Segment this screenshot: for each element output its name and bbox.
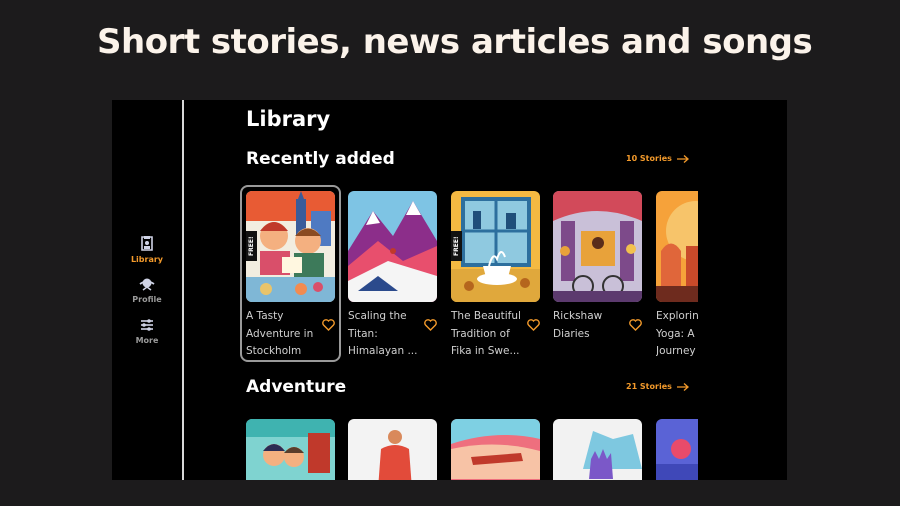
story-cover-image xyxy=(656,419,698,480)
story-card[interactable] xyxy=(553,419,642,480)
story-title: Rickshaw Diaries xyxy=(553,310,603,340)
story-title: Exploring Yoga: A Journey xyxy=(656,310,698,357)
nav-profile[interactable]: Profile xyxy=(122,277,172,304)
story-card[interactable]: FREE! The Beautiful Tradition of Fika in… xyxy=(451,191,540,357)
headline: Short stories, news articles and songs xyxy=(97,22,813,62)
arrow-right-icon xyxy=(676,154,689,163)
story-card[interactable] xyxy=(246,419,335,480)
sliders-icon xyxy=(141,319,153,331)
see-all-adventure-link[interactable]: 21 Stories xyxy=(626,382,689,391)
story-cover-image xyxy=(553,191,642,302)
arrow-right-icon xyxy=(676,382,689,391)
section-title-adventure: Adventure xyxy=(246,377,347,397)
nav-profile-label: Profile xyxy=(132,295,162,304)
story-cover-image xyxy=(348,191,437,302)
free-badge: FREE! xyxy=(451,231,462,261)
see-all-recent-link[interactable]: 10 Stories xyxy=(626,154,689,163)
nav-library-label: Library xyxy=(130,255,164,264)
heart-icon[interactable] xyxy=(424,319,437,331)
sidebar-divider xyxy=(182,100,184,480)
story-cover-image: FREE! xyxy=(246,191,335,302)
story-title: A Tasty Adventure in Stockholm xyxy=(246,310,314,357)
profile-icon xyxy=(139,278,155,291)
heart-icon[interactable] xyxy=(629,319,642,331)
app-screen: Library Profile More Library Recently ad… xyxy=(112,100,787,480)
story-card[interactable] xyxy=(348,419,437,480)
story-card[interactable]: FREE! A Tasty Adventure in Stockholm xyxy=(240,185,341,362)
story-card[interactable]: Exploring Yoga: A Journey xyxy=(656,191,698,366)
story-cover-image xyxy=(656,191,698,302)
see-all-recent-label: 10 Stories xyxy=(626,154,672,163)
nav-library[interactable]: Library xyxy=(122,235,172,264)
story-cover-image xyxy=(348,419,437,480)
story-title: The Beautiful Tradition of Fika in Swe..… xyxy=(451,310,521,357)
story-card[interactable] xyxy=(451,419,540,480)
story-title: Scaling the Titan: Himalayan ... xyxy=(348,310,418,357)
library-icon xyxy=(141,236,153,251)
story-cover-image xyxy=(246,419,335,480)
nav-more[interactable]: More xyxy=(122,318,172,345)
see-all-adventure-label: 21 Stories xyxy=(626,382,672,391)
story-card[interactable]: Scaling the Titan: Himalayan ... xyxy=(348,191,437,357)
story-cover-image: FREE! xyxy=(451,191,540,302)
heart-icon[interactable] xyxy=(527,319,540,331)
story-card[interactable]: Rickshaw Diaries xyxy=(553,191,642,340)
library-content: Library Recently added 10 Stories FREE! … xyxy=(240,100,787,480)
section-title-recent: Recently added xyxy=(246,149,395,169)
story-cover-image xyxy=(553,419,642,480)
story-card[interactable] xyxy=(656,419,698,480)
page-title: Library xyxy=(246,107,331,131)
nav-more-label: More xyxy=(135,336,159,345)
free-badge: FREE! xyxy=(246,231,257,261)
heart-icon[interactable] xyxy=(322,319,335,331)
story-cover-image xyxy=(451,419,540,480)
